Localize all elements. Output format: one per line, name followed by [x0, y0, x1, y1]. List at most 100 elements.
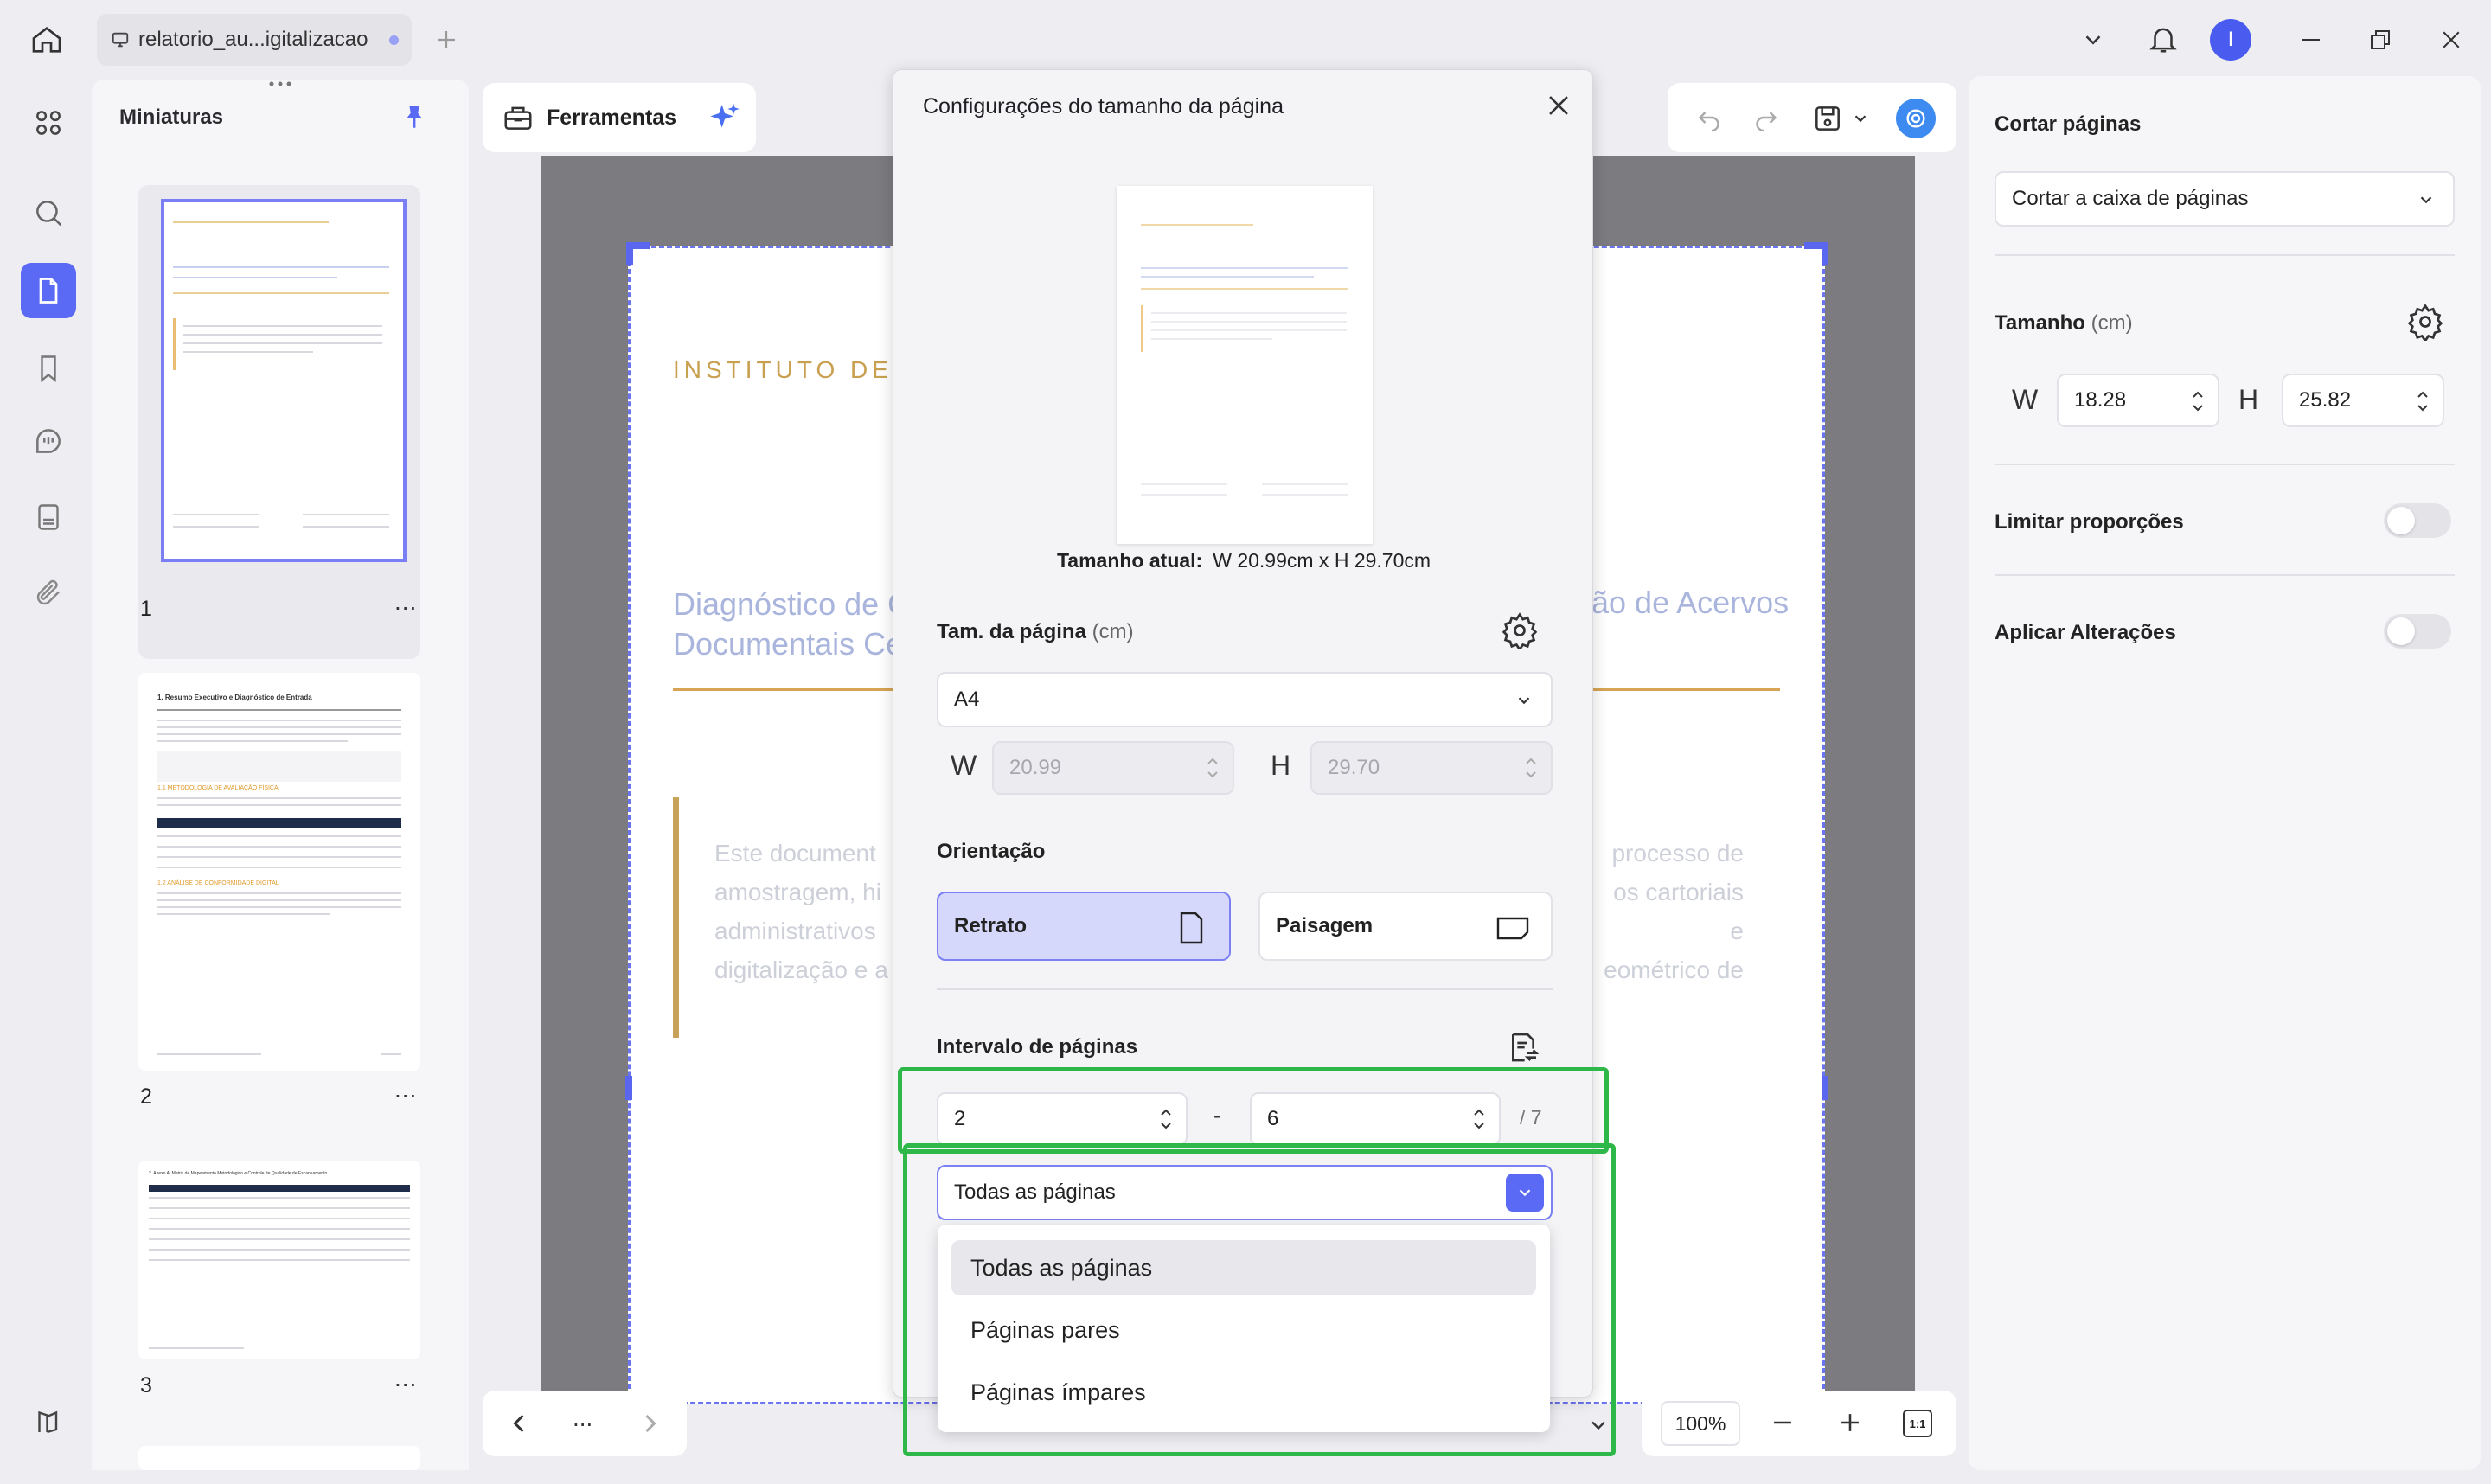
ai-sparkle-icon[interactable] [708, 100, 742, 135]
attachment-icon[interactable] [21, 566, 76, 621]
document-tab[interactable]: relatorio_au...igitalizacao [97, 14, 412, 66]
height-input[interactable]: 25.82 [2282, 374, 2444, 427]
page-more-button[interactable]: ... [573, 1404, 592, 1432]
crop-panel: Cortar páginas Cortar a caixa de páginas… [1969, 76, 2481, 1470]
panel-drag-handle[interactable] [265, 80, 296, 88]
next-page-icon[interactable] [635, 1408, 666, 1439]
lock-proportions-label: Limitar proporções [1995, 510, 2184, 534]
actual-size-icon[interactable]: 1:1 [1903, 1410, 1932, 1437]
search-icon[interactable] [21, 185, 76, 240]
thumbnail-number: 3 [140, 1373, 152, 1398]
divider [1995, 574, 2455, 576]
bell-icon[interactable] [2143, 19, 2183, 59]
thumbnails-panel: Miniaturas 1 ... 1. Resumo Executivo e D… [92, 80, 469, 1470]
zoom-in-icon[interactable] [1835, 1408, 1865, 1437]
landscape-icon [1496, 917, 1529, 940]
crop-handle-right[interactable] [1822, 1076, 1828, 1100]
height-input: 29.70 [1310, 741, 1553, 795]
highlight-range [898, 1067, 1609, 1154]
crop-handle-top-left[interactable] [626, 242, 633, 265]
avatar[interactable]: I [2210, 19, 2251, 61]
close-window-icon[interactable] [2434, 22, 2469, 57]
redo-icon[interactable] [1751, 102, 1782, 133]
page-range-label: Intervalo de páginas [937, 1035, 1138, 1059]
height-label: H [1271, 750, 1291, 781]
thumbnail-number: 1 [140, 597, 152, 621]
zoom-value[interactable]: 100% [1661, 1401, 1740, 1446]
gear-icon[interactable] [1501, 611, 1539, 649]
crop-mode-select[interactable]: Cortar a caixa de páginas [1995, 171, 2455, 227]
zoom-controls: 100% 1:1 [1642, 1391, 1956, 1456]
pages-icon[interactable] [21, 263, 76, 318]
thumbnail-more-button[interactable]: ... [394, 1076, 417, 1103]
ai-assistant-icon[interactable] [1896, 99, 1936, 138]
width-label: W [951, 750, 977, 781]
tools-button[interactable]: Ferramentas [483, 83, 756, 152]
undo-icon[interactable] [1694, 102, 1725, 133]
stepper-icon[interactable] [2190, 387, 2206, 415]
apply-changes-toggle[interactable] [2384, 614, 2451, 649]
portrait-option[interactable]: Retrato [937, 892, 1231, 961]
home-icon[interactable] [26, 19, 67, 61]
crop-panel-title: Cortar páginas [1995, 112, 2142, 136]
chevron-down-icon[interactable] [1851, 109, 1870, 128]
page-preview [1117, 186, 1373, 544]
page-range-icon[interactable] [1506, 1030, 1540, 1065]
divider [1995, 464, 2455, 465]
grid-icon[interactable] [21, 95, 76, 150]
gear-icon[interactable] [2406, 303, 2444, 341]
crop-handle-left[interactable] [625, 1076, 632, 1100]
thumbnails-title: Miniaturas [119, 106, 224, 129]
thumbnail-page-3[interactable]: 2. Anexo A: Matriz de Mapeamento Metodol… [138, 1161, 420, 1359]
apply-changes-label: Aplicar Alterações [1995, 621, 2176, 644]
close-icon[interactable] [1544, 91, 1573, 120]
new-tab-icon[interactable] [431, 24, 462, 55]
chevron-down-icon[interactable] [2076, 22, 2110, 57]
lock-proportions-toggle[interactable] [2384, 503, 2451, 538]
stepper-icon[interactable] [2415, 387, 2430, 415]
divider [937, 988, 1553, 990]
tools-label: Ferramentas [547, 105, 677, 130]
chevron-down-icon [1518, 697, 1530, 705]
pin-icon[interactable] [400, 102, 431, 133]
form-icon[interactable] [21, 489, 76, 545]
stepper-icon [1526, 758, 1536, 778]
orientation-label: Orientação [937, 840, 1046, 863]
page-size-label: Tam. da página (cm) [937, 620, 1134, 643]
tab-title: relatorio_au...igitalizacao [138, 28, 368, 51]
edit-toolbar [1668, 83, 1956, 152]
dialog-title: Configurações do tamanho da página [923, 94, 1284, 118]
thumbnail-page-1[interactable] [138, 185, 420, 659]
restore-icon[interactable] [2363, 22, 2398, 57]
width-input: 20.99 [992, 741, 1234, 795]
prev-page-icon[interactable] [503, 1408, 535, 1439]
landscape-option[interactable]: Paisagem [1258, 892, 1553, 961]
zoom-out-icon[interactable] [1768, 1408, 1797, 1437]
unsaved-dot [388, 35, 399, 45]
current-size: Tamanho atual: W 20.99cm x H 29.70cm [1056, 549, 1431, 572]
thumbnail-page-2[interactable]: 1. Resumo Executivo e Diagnóstico de Ent… [138, 673, 420, 1071]
save-icon[interactable] [1811, 102, 1844, 135]
title-bar: relatorio_au...igitalizacao I [0, 0, 2491, 80]
thumbnail-number: 2 [140, 1084, 152, 1109]
size-title: Tamanho (cm) [1995, 311, 2133, 335]
bookmark-icon[interactable] [21, 341, 76, 396]
thumbnail-section: 1.1 METODOLOGIA DE AVALIAÇÃO FÍSICA [157, 785, 279, 791]
thumbnail-section-2: 1.2 ANÁLISE DE CONFORMIDADE DIGITAL [157, 880, 279, 886]
page-navigation: ... [483, 1391, 687, 1456]
monitor-icon [112, 32, 129, 48]
crop-handle-top-right[interactable] [1822, 242, 1828, 265]
width-input[interactable]: 18.28 [2057, 374, 2219, 427]
thumbnail-page-4[interactable] [138, 1446, 420, 1470]
thumbnail-heading: 1. Resumo Executivo e Diagnóstico de Ent… [157, 694, 312, 701]
page-size-select[interactable]: A4 [937, 672, 1553, 727]
thumbnail-more-button[interactable]: ... [394, 1365, 417, 1392]
chevron-down-icon [2420, 196, 2432, 204]
thumbnail-more-button[interactable]: ... [394, 588, 417, 616]
comment-icon[interactable] [21, 413, 76, 469]
theme-icon[interactable] [21, 1394, 76, 1449]
width-label: W [2012, 384, 2039, 415]
toolbox-icon [504, 106, 532, 130]
stepper-icon [1207, 758, 1218, 778]
minimize-icon[interactable] [2294, 22, 2328, 57]
